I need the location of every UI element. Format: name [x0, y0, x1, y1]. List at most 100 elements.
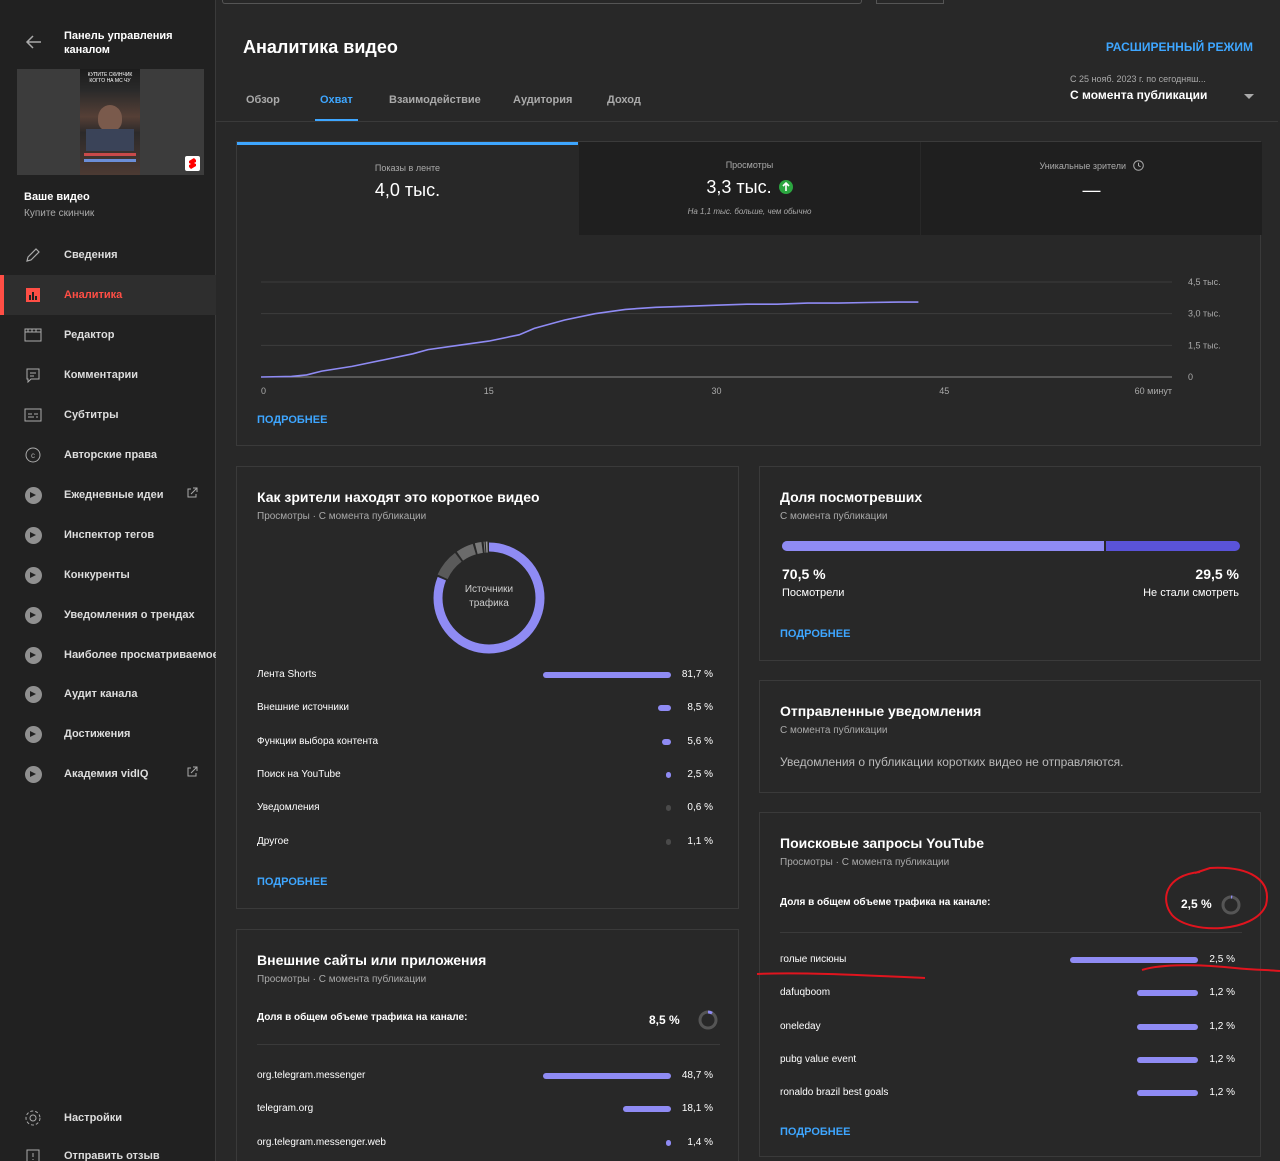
sidebar-item-feedback[interactable]: Отправить отзыв — [0, 1136, 216, 1161]
row-value: 1,2 % — [1209, 987, 1235, 999]
viewed-more-link[interactable]: ПОДРОБНЕЕ — [780, 628, 850, 640]
row-value: 1,1 % — [687, 835, 713, 847]
vidiq-icon — [24, 685, 42, 703]
analytics-icon — [24, 286, 42, 304]
thumbnail-caption: Купите скинчик когго на мс чу — [87, 72, 133, 84]
share-mini-donut — [1221, 895, 1241, 915]
viewed-share-bar[interactable] — [782, 541, 1240, 551]
your-video-label: Ваше видео — [24, 191, 90, 203]
vidiq-icon — [24, 486, 42, 504]
tab-reach[interactable]: Охват — [315, 94, 358, 122]
film-icon — [24, 326, 42, 344]
search-more-link[interactable]: ПОДРОБНЕЕ — [780, 1126, 850, 1138]
metric-views[interactable]: Просмотры 3,3 тыс. На 1,1 тыс. больше, ч… — [579, 142, 920, 235]
row-label: Внешние источники — [257, 702, 349, 714]
mini-donut-track — [1221, 895, 1241, 915]
metric-value: 4,0 тыс. — [374, 180, 441, 200]
row-label: dafuqboom — [780, 987, 831, 999]
metric-label: Просмотры — [725, 160, 774, 170]
vidiq-icon — [24, 526, 42, 544]
sidebar-item-label: Уведомления о трендах — [64, 609, 195, 621]
sidebar-item-editor[interactable]: Редактор — [0, 315, 216, 355]
metric-value: — — [1082, 180, 1101, 200]
header-button-edge[interactable] — [876, 0, 944, 4]
tab-overview[interactable]: Обзор — [246, 94, 280, 122]
sidebar-item-most-viewed[interactable]: Наиболее просматриваемое — [0, 635, 216, 675]
row-label: Другое — [257, 835, 289, 847]
sidebar-item-analytics[interactable]: Аналитика — [0, 275, 216, 315]
tab-audience[interactable]: Аудитория — [513, 94, 572, 122]
sidebar-item-label: Настройки — [64, 1112, 123, 1124]
row-bar — [666, 1139, 671, 1146]
sidebar-item-vidiq-academy[interactable]: Академия vidIQ — [0, 754, 216, 794]
search-box-edge[interactable] — [222, 0, 862, 4]
video-thumbnail[interactable]: Купите скинчик когго на мс чу — [17, 69, 204, 175]
row-value: 8,5 % — [687, 702, 713, 714]
sidebar-item-label: Отправить отзыв — [64, 1150, 160, 1161]
reach-overview-card: Показы в ленте 4,0 тыс. Просмотры 3,3 ты… — [236, 141, 1262, 446]
row-bar — [1136, 1090, 1198, 1097]
shorts-icon — [185, 156, 200, 171]
y-tick-label: 4,5 тыс. — [1188, 277, 1221, 287]
reach-more-link[interactable]: ПОДРОБНЕЕ — [257, 414, 327, 426]
tab-engagement[interactable]: Взаимодействие — [389, 94, 481, 122]
row-value: 5,6 % — [687, 735, 713, 747]
page-title: Аналитика видео — [243, 37, 398, 57]
row-bar — [543, 1073, 671, 1079]
share-value: 2,5 % — [1181, 897, 1212, 911]
card-subtitle: Просмотры · С момента публикации — [257, 974, 427, 985]
row-value: 1,2 % — [1209, 1053, 1235, 1065]
row-bar — [1136, 1056, 1198, 1063]
traffic-more-link[interactable]: ПОДРОБНЕЕ — [257, 876, 327, 888]
metric-impressions[interactable]: Показы в ленте 4,0 тыс. — [237, 142, 578, 235]
notifications-text: Уведомления о публикации коротких видео … — [780, 755, 1124, 769]
sidebar-item-tag-inspector[interactable]: Инспектор тегов — [0, 515, 216, 555]
comment-icon — [24, 366, 42, 384]
row-label: oneleday — [780, 1020, 821, 1032]
sidebar-item-achievements[interactable]: Достижения — [0, 714, 216, 754]
vidiq-icon — [24, 765, 42, 783]
external-link-icon — [186, 765, 198, 783]
metric-comparison: На 1,1 тыс. больше, чем обычно — [687, 206, 812, 216]
dropdown-caret-icon[interactable] — [1243, 88, 1255, 106]
row-value: 48,7 % — [681, 1070, 713, 1081]
row-bar — [1070, 957, 1198, 963]
sidebar-item-comments[interactable]: Комментарии — [0, 355, 216, 395]
sidebar-item-daily-ideas[interactable]: Ежедневные идеи — [0, 475, 216, 515]
bar-separator — [1103, 541, 1106, 551]
sidebar-item-details[interactable]: Сведения — [0, 235, 216, 275]
row-value: 81,7 % — [681, 669, 713, 680]
row-bar — [623, 1106, 671, 1113]
x-tick-label: 15 — [484, 386, 494, 396]
card-subtitle: С момента публикации — [780, 725, 888, 736]
pencil-icon — [24, 246, 42, 264]
external-sites-card: Внешние сайты или приложения Просмотры ·… — [236, 929, 739, 1161]
card-subtitle: С момента публикации — [780, 511, 888, 522]
sidebar-item-channel-audit[interactable]: Аудит канала — [0, 674, 216, 714]
metric-unique-viewers[interactable]: Уникальные зрители — — [921, 142, 1262, 235]
tab-revenue[interactable]: Доход — [607, 94, 641, 122]
sidebar-item-label: Субтитры — [64, 409, 119, 421]
date-range-selector[interactable]: С 25 нояб. 2023 г. по сегодняш... С моме… — [1070, 74, 1207, 102]
clock-icon — [1132, 160, 1144, 173]
card-subtitle: Просмотры · С момента публикации — [257, 511, 427, 522]
sidebar-item-copyright[interactable]: c Авторские права — [0, 435, 216, 475]
row-bar — [666, 771, 671, 778]
card-title: Доля посмотревших — [780, 489, 923, 505]
sidebar-item-subtitles[interactable]: Субтитры — [0, 395, 216, 435]
trend-up-icon — [778, 178, 793, 199]
sidebar-item-label: Ежедневные идеи — [64, 489, 164, 501]
card-title: Внешние сайты или приложения — [257, 952, 487, 968]
row-label: Уведомления — [257, 802, 320, 814]
donut-center-label: Источники трафика — [464, 584, 514, 609]
sidebar-item-trend-alerts[interactable]: Уведомления о трендах — [0, 595, 216, 635]
back-arrow-icon[interactable] — [22, 30, 46, 54]
copyright-icon: c — [24, 446, 42, 464]
sidebar-item-competitors[interactable]: Конкуренты — [0, 555, 216, 595]
views-line-chart: 4,5 тыс. 3,0 тыс. 1,5 тыс. 0 0 15 30 45 60 мину… — [260, 277, 1221, 396]
y-tick-label: 0 — [1188, 372, 1193, 382]
sidebar-item-settings[interactable]: Настройки — [0, 1098, 216, 1138]
skipped-value: 29,5 % — [1195, 566, 1239, 582]
row-label: org.telegram.messenger.web — [257, 1136, 386, 1148]
advanced-mode-button[interactable]: РАСШИРЕННЫЙ РЕЖИМ — [1106, 40, 1253, 54]
